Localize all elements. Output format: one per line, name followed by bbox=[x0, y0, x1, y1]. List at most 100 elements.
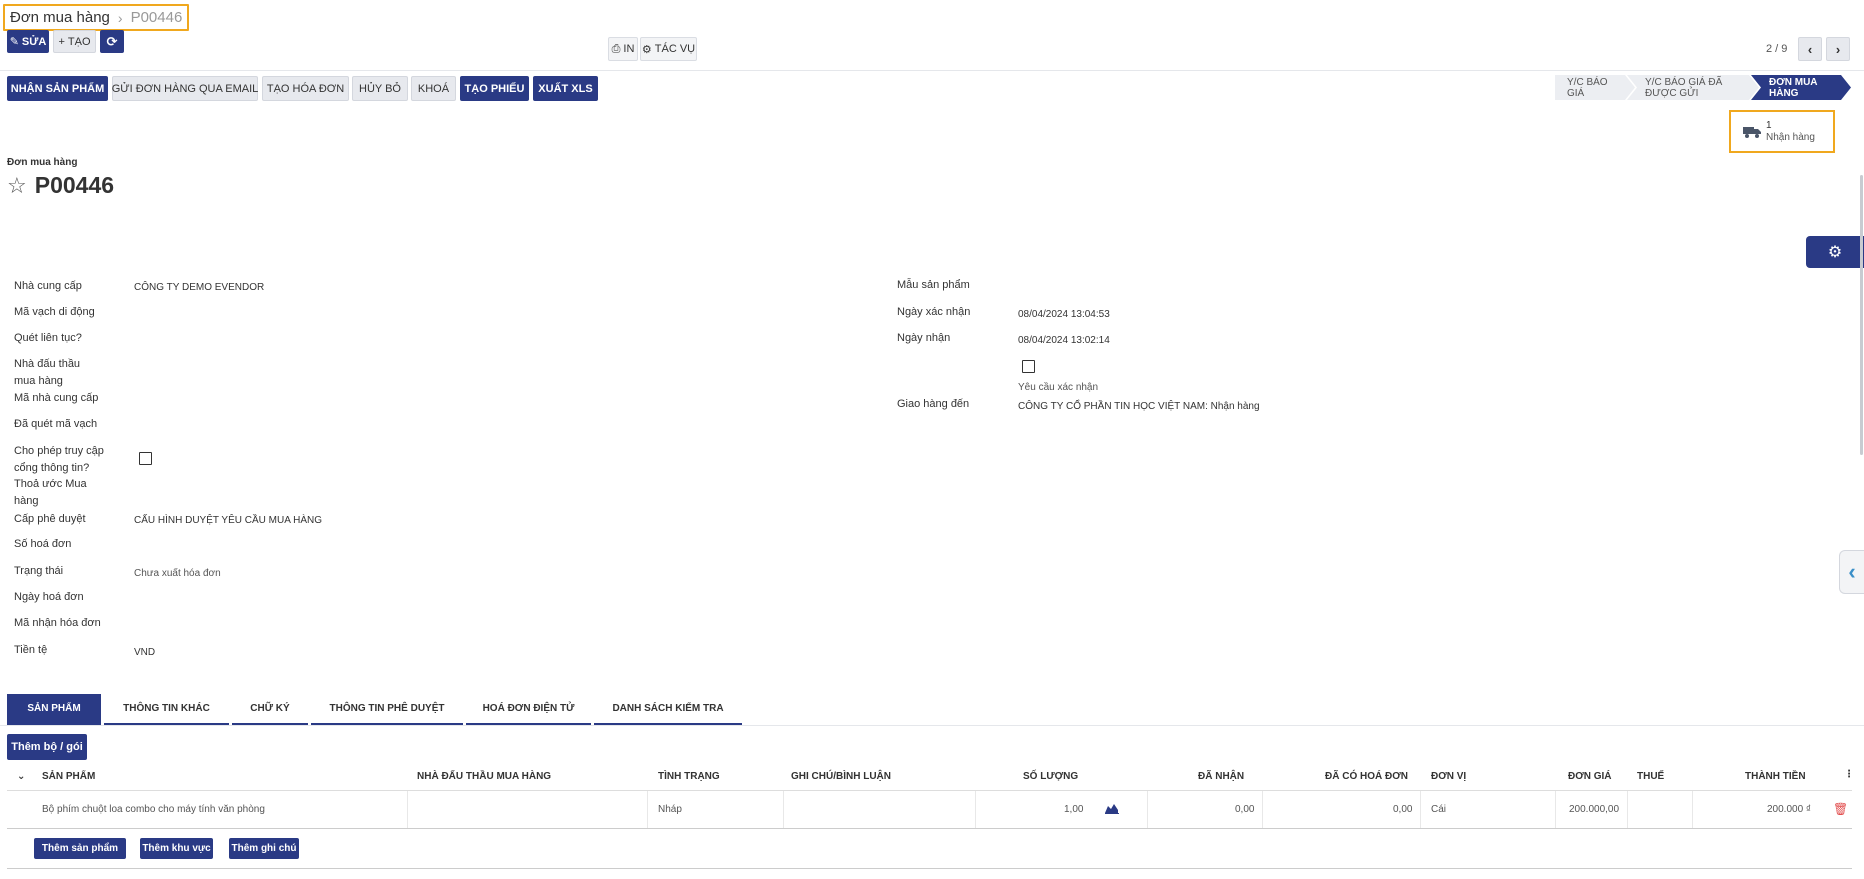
receipt-smart-button[interactable]: 1 Nhận hàng bbox=[1729, 110, 1835, 153]
header-invoiced[interactable]: ĐÃ CÓ HOÁ ĐƠN bbox=[1325, 771, 1408, 782]
receipt-date-value[interactable]: 08/04/2024 13:02:14 bbox=[1018, 334, 1110, 348]
export-xls-button[interactable]: XUẤT XLS bbox=[533, 76, 598, 101]
header-quantity[interactable]: SỐ LƯỢNG bbox=[1023, 771, 1078, 782]
add-product-button[interactable]: Thêm sản phẩm bbox=[34, 838, 126, 859]
header-uom[interactable]: ĐƠN VỊ bbox=[1431, 771, 1466, 782]
scrollbar[interactable] bbox=[1860, 175, 1863, 455]
create-voucher-label: TẠO PHIẾU bbox=[464, 82, 525, 95]
tab-checklist-label: DANH SÁCH KIỂM TRA bbox=[612, 703, 724, 714]
header-tax[interactable]: THUẾ bbox=[1637, 771, 1664, 782]
portal-access-label-line1: Cho phép truy cập bbox=[14, 445, 104, 457]
approval-level-value[interactable]: CẤU HÌNH DUYỆT YÊU CẦU MUA HÀNG bbox=[134, 514, 322, 528]
column-separator bbox=[1555, 791, 1556, 828]
row-uom[interactable]: Cái bbox=[1431, 804, 1446, 815]
column-separator bbox=[1692, 791, 1693, 828]
breadcrumb-separator: › bbox=[117, 9, 123, 26]
notebook-tabs: SẢN PHẨM THÔNG TIN KHÁC CHỮ KÝ THÔNG TIN… bbox=[7, 694, 745, 725]
status-bar: Y/C BÁO GIÁ Y/C BÁO GIÁ ĐÃ ĐƯỢC GỬI ĐƠN … bbox=[1555, 75, 1851, 100]
lock-button[interactable]: KHOÁ bbox=[411, 76, 456, 101]
settings-tab[interactable]: ⚙ bbox=[1806, 236, 1864, 268]
tab-e-invoice[interactable]: HOÁ ĐƠN ĐIỆN TỬ bbox=[466, 694, 591, 725]
stage-rfq[interactable]: Y/C BÁO GIÁ bbox=[1555, 75, 1635, 100]
forecast-chart-icon[interactable] bbox=[1105, 802, 1119, 817]
chevron-left-icon: ‹ bbox=[1848, 559, 1856, 584]
column-separator bbox=[1262, 791, 1263, 828]
tab-approval-info-label: THÔNG TIN PHÊ DUYỆT bbox=[329, 703, 445, 714]
kebab-icon[interactable]: ⋮ bbox=[1844, 769, 1854, 780]
send-email-button[interactable]: GỬI ĐƠN HÀNG QUA EMAIL bbox=[112, 76, 258, 101]
toolbar-divider bbox=[0, 70, 1864, 71]
row-product[interactable]: Bộ phím chuột loa combo cho máy tính văn… bbox=[42, 804, 265, 815]
add-section-button[interactable]: Thêm khu vực bbox=[140, 838, 213, 859]
row-unit-price[interactable]: 200.000,00 bbox=[1569, 804, 1619, 815]
tab-signature-label: CHỮ KÝ bbox=[250, 703, 290, 714]
vendor-code-label: Mã nhà cung cấp bbox=[14, 392, 99, 404]
order-name: P00446 bbox=[34, 172, 115, 198]
stage-purchase-order-label: ĐƠN MUA HÀNG bbox=[1769, 76, 1818, 99]
row-quantity[interactable]: 1,00 bbox=[1064, 804, 1083, 815]
status-value: Chưa xuất hóa đơn bbox=[134, 568, 221, 579]
breadcrumb-current: P00446 bbox=[130, 9, 183, 26]
header-note[interactable]: GHI CHÚ/BÌNH LUẬN bbox=[791, 771, 891, 782]
add-pack-button[interactable]: Thêm bộ / gói bbox=[7, 734, 87, 760]
bidder-label-line1: Nhà đấu thầu bbox=[14, 358, 81, 370]
tab-signature[interactable]: CHỮ KÝ bbox=[232, 694, 308, 725]
trash-icon[interactable]: 🗑 bbox=[1833, 802, 1848, 816]
confirm-date-value[interactable]: 08/04/2024 13:04:53 bbox=[1018, 308, 1110, 322]
header-subtotal[interactable]: THÀNH TIỀN bbox=[1745, 771, 1806, 782]
refresh-button[interactable]: ⟳ bbox=[100, 30, 124, 53]
truck-icon bbox=[1743, 126, 1761, 138]
vendor-value[interactable]: CÔNG TY DEMO EVENDOR bbox=[134, 281, 264, 295]
lock-label: KHOÁ bbox=[417, 82, 450, 95]
status-label: Trạng thái bbox=[14, 565, 64, 577]
add-section-label: Thêm khu vực bbox=[142, 843, 211, 854]
create-button[interactable]: + TẠO bbox=[53, 30, 96, 53]
product-sample-label: Mẫu sản phẩm bbox=[897, 279, 970, 291]
actions-button[interactable]: ⚙ TÁC VỤ bbox=[640, 37, 697, 61]
column-separator bbox=[1627, 791, 1628, 828]
side-panel-toggle[interactable]: ‹ bbox=[1839, 550, 1864, 594]
tab-products[interactable]: SẢN PHẨM bbox=[7, 694, 101, 725]
currency-value[interactable]: VND bbox=[134, 646, 155, 660]
add-note-label: Thêm ghi chú bbox=[231, 843, 297, 854]
previous-record-button[interactable]: ‹ bbox=[1798, 37, 1822, 61]
breadcrumb-parent[interactable]: Đơn mua hàng bbox=[10, 9, 110, 26]
create-label: TẠO bbox=[67, 35, 91, 48]
header-bidder[interactable]: NHÀ ĐẤU THẦU MUA HÀNG bbox=[417, 771, 551, 782]
stage-rfq-sent[interactable]: Y/C BÁO GIÁ ĐÃ ĐƯỢC GỬI bbox=[1627, 75, 1759, 100]
stage-purchase-order[interactable]: ĐƠN MUA HÀNG bbox=[1751, 75, 1851, 100]
tab-other-info[interactable]: THÔNG TIN KHÁC bbox=[104, 694, 229, 725]
chevron-right-icon: › bbox=[1835, 41, 1841, 57]
form-subtitle: Đơn mua hàng bbox=[7, 157, 78, 168]
portal-access-checkbox[interactable] bbox=[139, 452, 152, 465]
create-voucher-button[interactable]: TẠO PHIẾU bbox=[460, 76, 529, 101]
header-state[interactable]: TÌNH TRẠNG bbox=[658, 771, 720, 782]
collapse-chevron-down-icon[interactable]: ⌄ bbox=[17, 771, 25, 782]
bidder-label-line2: mua hàng bbox=[14, 375, 63, 387]
create-invoice-button[interactable]: TẠO HÓA ĐƠN bbox=[262, 76, 349, 101]
ask-confirmation-checkbox[interactable] bbox=[1022, 360, 1035, 373]
header-unit-price[interactable]: ĐƠN GIÁ bbox=[1568, 771, 1612, 782]
add-pack-label: Thêm bộ / gói bbox=[11, 741, 83, 753]
row-received[interactable]: 0,00 bbox=[1235, 804, 1254, 815]
ask-confirmation-label: Yêu cầu xác nhận bbox=[1018, 382, 1099, 393]
table-row[interactable]: Bộ phím chuột loa combo cho máy tính văn… bbox=[7, 791, 1852, 829]
edit-label: SỬA bbox=[21, 35, 47, 48]
invoice-code-label: Mã nhận hóa đơn bbox=[14, 617, 101, 629]
deliver-to-value[interactable]: CÔNG TY CỔ PHẦN TIN HỌC VIỆT NAM: Nhận h… bbox=[1018, 400, 1260, 414]
receive-products-button[interactable]: NHẬN SẢN PHẨM bbox=[7, 76, 108, 101]
tab-approval-info[interactable]: THÔNG TIN PHÊ DUYỆT bbox=[311, 694, 463, 725]
row-subtotal: 200.000 ₫ bbox=[1767, 804, 1812, 815]
print-button[interactable]: ⎙ IN bbox=[608, 37, 638, 61]
header-received[interactable]: ĐÃ NHẬN bbox=[1198, 771, 1244, 782]
next-record-button[interactable]: › bbox=[1826, 37, 1850, 61]
stage-rfq-label: Y/C BÁO GIÁ bbox=[1567, 76, 1608, 99]
tab-checklist[interactable]: DANH SÁCH KIỂM TRA bbox=[594, 694, 742, 725]
breadcrumb: Đơn mua hàng › P00446 bbox=[3, 4, 190, 31]
edit-button[interactable]: ✎ SỬA bbox=[7, 30, 49, 53]
header-product[interactable]: SẢN PHẨM bbox=[42, 771, 95, 782]
star-icon[interactable]: ☆ bbox=[7, 173, 27, 199]
add-note-button[interactable]: Thêm ghi chú bbox=[229, 838, 299, 859]
cancel-order-button[interactable]: HỦY BỎ bbox=[352, 76, 408, 101]
plus-icon: + bbox=[58, 35, 65, 48]
